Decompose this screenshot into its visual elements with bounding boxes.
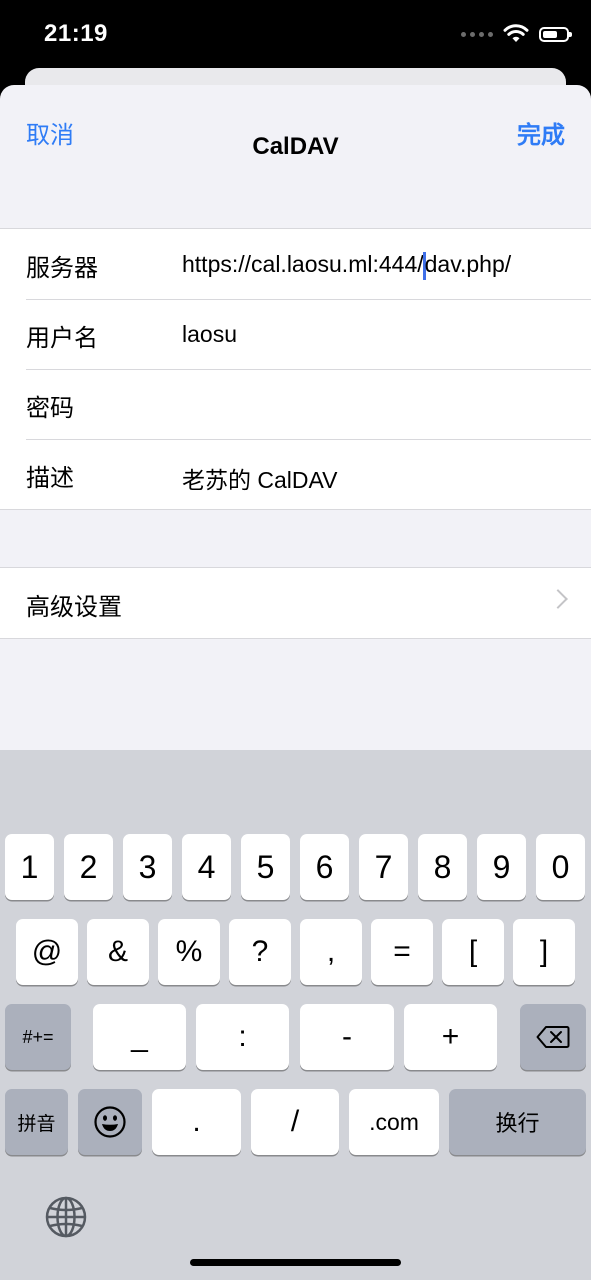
key-5[interactable]: 5 <box>241 834 290 900</box>
key-right-bracket[interactable]: ] <box>513 919 575 985</box>
key-6[interactable]: 6 <box>300 834 349 900</box>
wifi-icon <box>503 24 529 42</box>
key-question[interactable]: ? <box>229 919 291 985</box>
pinyin-key[interactable]: 拼音 <box>5 1089 68 1155</box>
key-7[interactable]: 7 <box>359 834 408 900</box>
done-button[interactable]: 完成 <box>517 115 565 150</box>
key-2[interactable]: 2 <box>64 834 113 900</box>
key-9[interactable]: 9 <box>477 834 526 900</box>
caldav-sheet: 取消 CalDAV 完成 服务器 https://cal.laosu.ml:44… <box>0 85 591 750</box>
username-field[interactable]: laosu <box>182 321 237 348</box>
status-bar: 21:19 <box>0 0 591 70</box>
description-label: 描述 <box>26 464 74 492</box>
emoji-key[interactable] <box>78 1089 142 1155</box>
username-label: 用户名 <box>26 324 98 352</box>
server-row[interactable]: 服务器 https://cal.laosu.ml:444/dav.php/ <box>0 229 591 299</box>
key-equals[interactable]: = <box>371 919 433 985</box>
battery-icon <box>539 26 572 42</box>
key-0[interactable]: 0 <box>536 834 585 900</box>
chevron-right-icon <box>548 589 568 609</box>
key-percent[interactable]: % <box>158 919 220 985</box>
key-ampersand[interactable]: & <box>87 919 149 985</box>
emoji-icon <box>94 1106 126 1138</box>
key-period[interactable]: . <box>152 1089 241 1155</box>
key-plus[interactable]: + <box>404 1004 497 1070</box>
key-comma[interactable]: , <box>300 919 362 985</box>
dotcom-key[interactable]: .com <box>349 1089 439 1155</box>
home-indicator[interactable] <box>190 1259 401 1266</box>
cellular-signal-icon <box>461 31 493 37</box>
key-4[interactable]: 4 <box>182 834 231 900</box>
account-form: 服务器 https://cal.laosu.ml:444/dav.php/ 用户… <box>0 228 591 510</box>
return-key[interactable]: 换行 <box>449 1089 586 1155</box>
keyboard: 1 2 3 4 5 6 7 8 9 0 @ & % ? , = [ ] #+= … <box>0 750 591 1280</box>
advanced-settings-row[interactable]: 高级设置 <box>0 567 591 639</box>
status-indicators <box>461 24 572 44</box>
key-8[interactable]: 8 <box>418 834 467 900</box>
key-left-bracket[interactable]: [ <box>442 919 504 985</box>
status-time: 21:19 <box>44 20 108 47</box>
key-slash[interactable]: / <box>251 1089 339 1155</box>
globe-icon[interactable] <box>45 1196 87 1238</box>
password-row[interactable]: 密码 <box>0 369 591 439</box>
backspace-icon <box>536 1026 570 1048</box>
server-value-after-cursor: dav.php/ <box>424 251 512 277</box>
key-at[interactable]: @ <box>16 919 78 985</box>
server-label: 服务器 <box>26 254 98 282</box>
page-title: CalDAV <box>252 133 339 160</box>
advanced-settings-label: 高级设置 <box>26 593 122 621</box>
server-value-before-cursor: https://cal.laosu.ml:444/ <box>182 251 424 277</box>
username-row[interactable]: 用户名 laosu <box>0 299 591 369</box>
key-hyphen[interactable]: - <box>300 1004 394 1070</box>
symbols-mode-key[interactable]: #+= <box>5 1004 71 1070</box>
server-field[interactable]: https://cal.laosu.ml:444/dav.php/ <box>182 251 511 280</box>
key-1[interactable]: 1 <box>5 834 54 900</box>
key-colon[interactable]: : <box>196 1004 289 1070</box>
key-3[interactable]: 3 <box>123 834 172 900</box>
description-field[interactable]: 老苏的 CalDAV <box>182 461 338 495</box>
description-row[interactable]: 描述 老苏的 CalDAV <box>0 439 591 509</box>
password-label: 密码 <box>26 394 74 422</box>
backspace-key[interactable] <box>520 1004 586 1070</box>
key-underscore[interactable]: _ <box>93 1004 186 1070</box>
